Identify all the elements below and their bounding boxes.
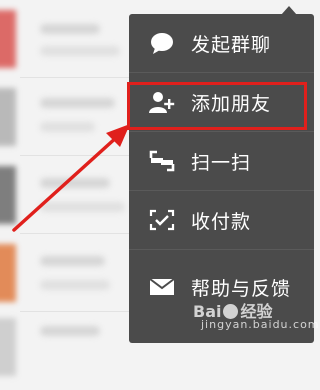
baidu-jingyan-watermark: Bai 经验 jingyan.baidu.com	[193, 298, 319, 338]
mail-icon	[149, 275, 175, 299]
chat-bubble-icon	[149, 31, 175, 55]
avatar	[0, 10, 16, 68]
menu-item-scan[interactable]: 扫一扫	[129, 132, 314, 190]
menu-item-label: 发起群聊	[191, 34, 272, 56]
blurred-text	[40, 326, 100, 336]
blurred-text	[40, 46, 120, 56]
blurred-text	[40, 122, 95, 132]
blurred-text	[40, 202, 125, 212]
menu-item-label: 收付款	[191, 211, 252, 233]
menu-item-label: 扫一扫	[191, 152, 252, 174]
menu-item-group-chat[interactable]: 发起群聊	[129, 14, 314, 72]
menu-item-payment[interactable]: 收付款	[129, 191, 314, 249]
avatar	[0, 244, 16, 302]
blurred-text	[40, 256, 105, 266]
avatar	[0, 318, 16, 376]
blurred-text	[40, 280, 110, 290]
highlight-box	[127, 82, 307, 130]
plus-popup-menu: 发起群聊 添加朋友 扫一扫 收付款 帮助与反馈	[129, 14, 314, 343]
blurred-text	[40, 24, 100, 34]
blurred-text	[40, 98, 115, 108]
blurred-text	[40, 178, 110, 188]
avatar	[0, 88, 16, 146]
watermark-url: jingyan.baidu.com	[201, 318, 320, 331]
menu-divider	[129, 249, 314, 250]
paw-logo-icon	[223, 304, 239, 319]
menu-item-label: 帮助与反馈	[191, 278, 292, 300]
avatar	[0, 166, 16, 224]
scan-icon	[149, 149, 175, 173]
receive-payment-icon	[149, 208, 175, 232]
